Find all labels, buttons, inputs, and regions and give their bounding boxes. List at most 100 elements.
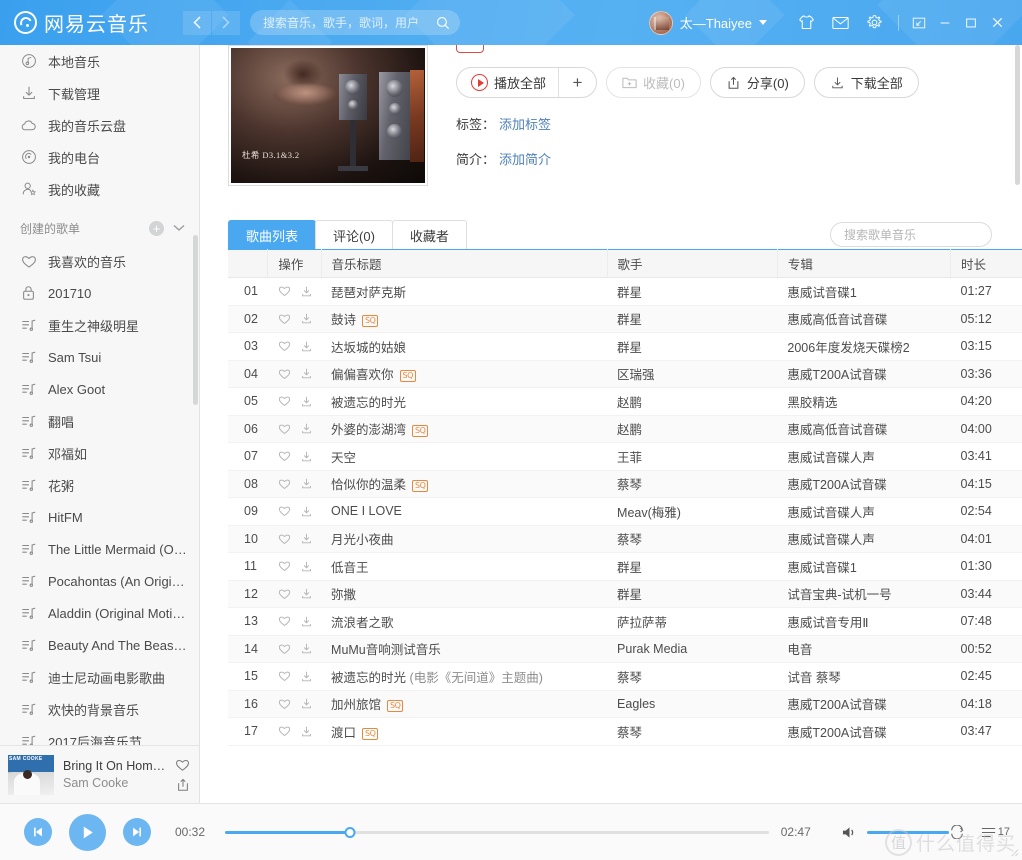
- volume-slider[interactable]: [866, 830, 949, 834]
- sidebar-playlist-item[interactable]: 邓福如: [0, 437, 199, 469]
- like-icon[interactable]: [278, 643, 291, 655]
- progress-bar[interactable]: [225, 826, 769, 838]
- row-artist[interactable]: 王菲: [607, 442, 778, 471]
- sidebar-playlist-item[interactable]: 花粥: [0, 469, 199, 501]
- like-icon[interactable]: [278, 725, 291, 737]
- row-album[interactable]: 惠威试音碟1: [777, 277, 951, 306]
- row-title[interactable]: 月光小夜曲: [321, 525, 608, 553]
- row-title[interactable]: ONE I LOVE: [321, 497, 608, 526]
- sidebar-playlist-item[interactable]: 翻唱: [0, 405, 199, 437]
- row-title[interactable]: 琵琶对萨克斯: [321, 277, 608, 306]
- add-to-queue-button[interactable]: +: [558, 68, 596, 97]
- table-row[interactable]: 16 加州旅馆 SQ Eagles 惠威T200A试音碟 04:18: [228, 690, 1022, 718]
- play-all-button[interactable]: 播放全部: [457, 68, 558, 97]
- sidebar-playlist-item[interactable]: 欢快的背景音乐: [0, 693, 199, 725]
- row-album[interactable]: 惠威T200A试音碟: [777, 360, 951, 388]
- table-row[interactable]: 11 低音王 群星 惠威试音碟1 01:30: [228, 552, 1022, 581]
- row-album[interactable]: 黑胶精选: [777, 387, 951, 416]
- play-pause-button[interactable]: [69, 813, 106, 851]
- like-icon[interactable]: [278, 698, 291, 710]
- row-title[interactable]: 流浪者之歌: [321, 607, 608, 636]
- row-title[interactable]: 弥撒: [321, 580, 608, 608]
- progress-knob[interactable]: [344, 826, 356, 838]
- add-playlist-button[interactable]: +: [149, 220, 164, 236]
- row-album[interactable]: 惠威T200A试音碟: [777, 717, 951, 746]
- like-icon[interactable]: [278, 423, 291, 435]
- row-album[interactable]: 惠威高低音试音碟: [777, 415, 951, 443]
- table-row[interactable]: 08 恰似你的温柔 SQ 蔡琴 惠威T200A试音碟 04:15: [228, 470, 1022, 498]
- row-album[interactable]: 电音: [777, 635, 951, 663]
- sidebar-playlist-item[interactable]: 2017后海音乐节: [0, 725, 199, 745]
- download-icon[interactable]: [300, 340, 313, 353]
- sidebar-item-my-collection[interactable]: 我的收藏: [0, 173, 199, 205]
- row-title[interactable]: 偏偏喜欢你 SQ: [321, 360, 608, 388]
- like-icon[interactable]: [278, 340, 291, 352]
- table-row[interactable]: 01 琵琶对萨克斯 群星 惠威试音碟1 01:27: [228, 277, 1022, 306]
- row-artist[interactable]: Eagles: [607, 690, 778, 718]
- skin-button[interactable]: [789, 8, 823, 38]
- download-icon[interactable]: [300, 395, 313, 408]
- sidebar-playlist-item[interactable]: HitFM: [0, 501, 199, 533]
- sidebar-item-download-manager[interactable]: 下载管理: [0, 77, 199, 109]
- playlist-cover[interactable]: 杜希 D3.1&3.2: [228, 45, 428, 186]
- resize-grip-icon[interactable]: [1008, 846, 1019, 857]
- playlist-search-input[interactable]: [844, 227, 999, 242]
- download-icon[interactable]: [300, 642, 313, 655]
- table-row[interactable]: 02 鼓诗 SQ 群星 惠威高低音试音碟 05:12: [228, 305, 1022, 333]
- like-icon[interactable]: [278, 670, 291, 682]
- download-icon[interactable]: [300, 367, 313, 380]
- chevron-down-icon[interactable]: [173, 224, 185, 232]
- download-icon[interactable]: [300, 560, 313, 573]
- row-album[interactable]: 惠威T200A试音碟: [777, 470, 951, 498]
- like-icon[interactable]: [278, 505, 291, 517]
- row-artist[interactable]: 群星: [607, 277, 778, 306]
- like-icon[interactable]: [278, 615, 291, 627]
- close-button[interactable]: [984, 8, 1010, 38]
- sidebar-item-local-music[interactable]: 本地音乐: [0, 45, 199, 77]
- sidebar-playlist-item[interactable]: The Little Mermaid (Orig…: [0, 533, 199, 565]
- row-artist[interactable]: 赵鹏: [607, 387, 778, 416]
- row-title[interactable]: 恰似你的温柔 SQ: [321, 470, 608, 498]
- row-album[interactable]: 试音 蔡琴: [777, 662, 951, 691]
- row-album[interactable]: 试音宝典-试机一号: [777, 580, 951, 608]
- tab-song-list[interactable]: 歌曲列表: [228, 220, 317, 249]
- row-album[interactable]: 惠威试音碟人声: [777, 442, 951, 471]
- row-album[interactable]: 惠威试音碟人声: [777, 525, 951, 553]
- download-icon[interactable]: [300, 312, 313, 325]
- sidebar-playlist-item[interactable]: Sam Tsui: [0, 341, 199, 373]
- download-icon[interactable]: [300, 615, 313, 628]
- share-button[interactable]: 分享(0): [709, 67, 805, 98]
- sidebar-item-music-cloud-disk[interactable]: 我的音乐云盘: [0, 109, 199, 141]
- like-icon[interactable]: [278, 313, 291, 325]
- row-artist[interactable]: 蔡琴: [607, 525, 778, 553]
- nav-back-button[interactable]: [183, 10, 211, 35]
- search-input[interactable]: [263, 15, 436, 30]
- row-title[interactable]: 鼓诗 SQ: [321, 305, 608, 333]
- like-icon[interactable]: [278, 588, 291, 600]
- global-search[interactable]: [250, 10, 460, 35]
- download-icon[interactable]: [300, 450, 313, 463]
- row-album[interactable]: 惠威试音碟人声: [777, 497, 951, 526]
- row-artist[interactable]: Meav(梅雅): [607, 497, 778, 526]
- table-row[interactable]: 17 渡口 SQ 蔡琴 惠威T200A试音碟 03:47: [228, 717, 1022, 746]
- table-row[interactable]: 06 外婆的澎湖湾 SQ 赵鹏 惠威高低音试音碟 04:00: [228, 415, 1022, 443]
- table-row[interactable]: 04 偏偏喜欢你 SQ 区瑞强 惠威T200A试音碟 03:36: [228, 360, 1022, 388]
- tab-subscribers[interactable]: 收藏者: [391, 220, 467, 249]
- row-artist[interactable]: 蔡琴: [607, 662, 778, 691]
- row-title[interactable]: 天空: [321, 442, 608, 471]
- table-row[interactable]: 03 达坂城的姑娘 群星 2006年度发烧天碟榜2 03:15: [228, 332, 1022, 361]
- like-icon[interactable]: [278, 560, 291, 572]
- user-menu[interactable]: 太—Thaiyee: [648, 10, 767, 35]
- loop-mode-button[interactable]: [949, 825, 965, 839]
- download-icon[interactable]: [300, 670, 313, 683]
- row-title[interactable]: 被遗忘的时光 (电影《无间道》主题曲): [321, 662, 608, 691]
- playlist-queue-button[interactable]: 17: [981, 826, 1010, 839]
- mini-mode-button[interactable]: [906, 8, 932, 38]
- row-title[interactable]: MuMu音响测试音乐: [321, 635, 608, 663]
- row-album[interactable]: 惠威试音碟1: [777, 552, 951, 581]
- row-artist[interactable]: 赵鹏: [607, 415, 778, 443]
- download-icon[interactable]: [300, 725, 313, 738]
- table-row[interactable]: 12 弥撒 群星 试音宝典-试机一号 03:44: [228, 580, 1022, 608]
- add-desc-link[interactable]: 添加简介: [499, 149, 551, 168]
- like-icon[interactable]: [278, 395, 291, 407]
